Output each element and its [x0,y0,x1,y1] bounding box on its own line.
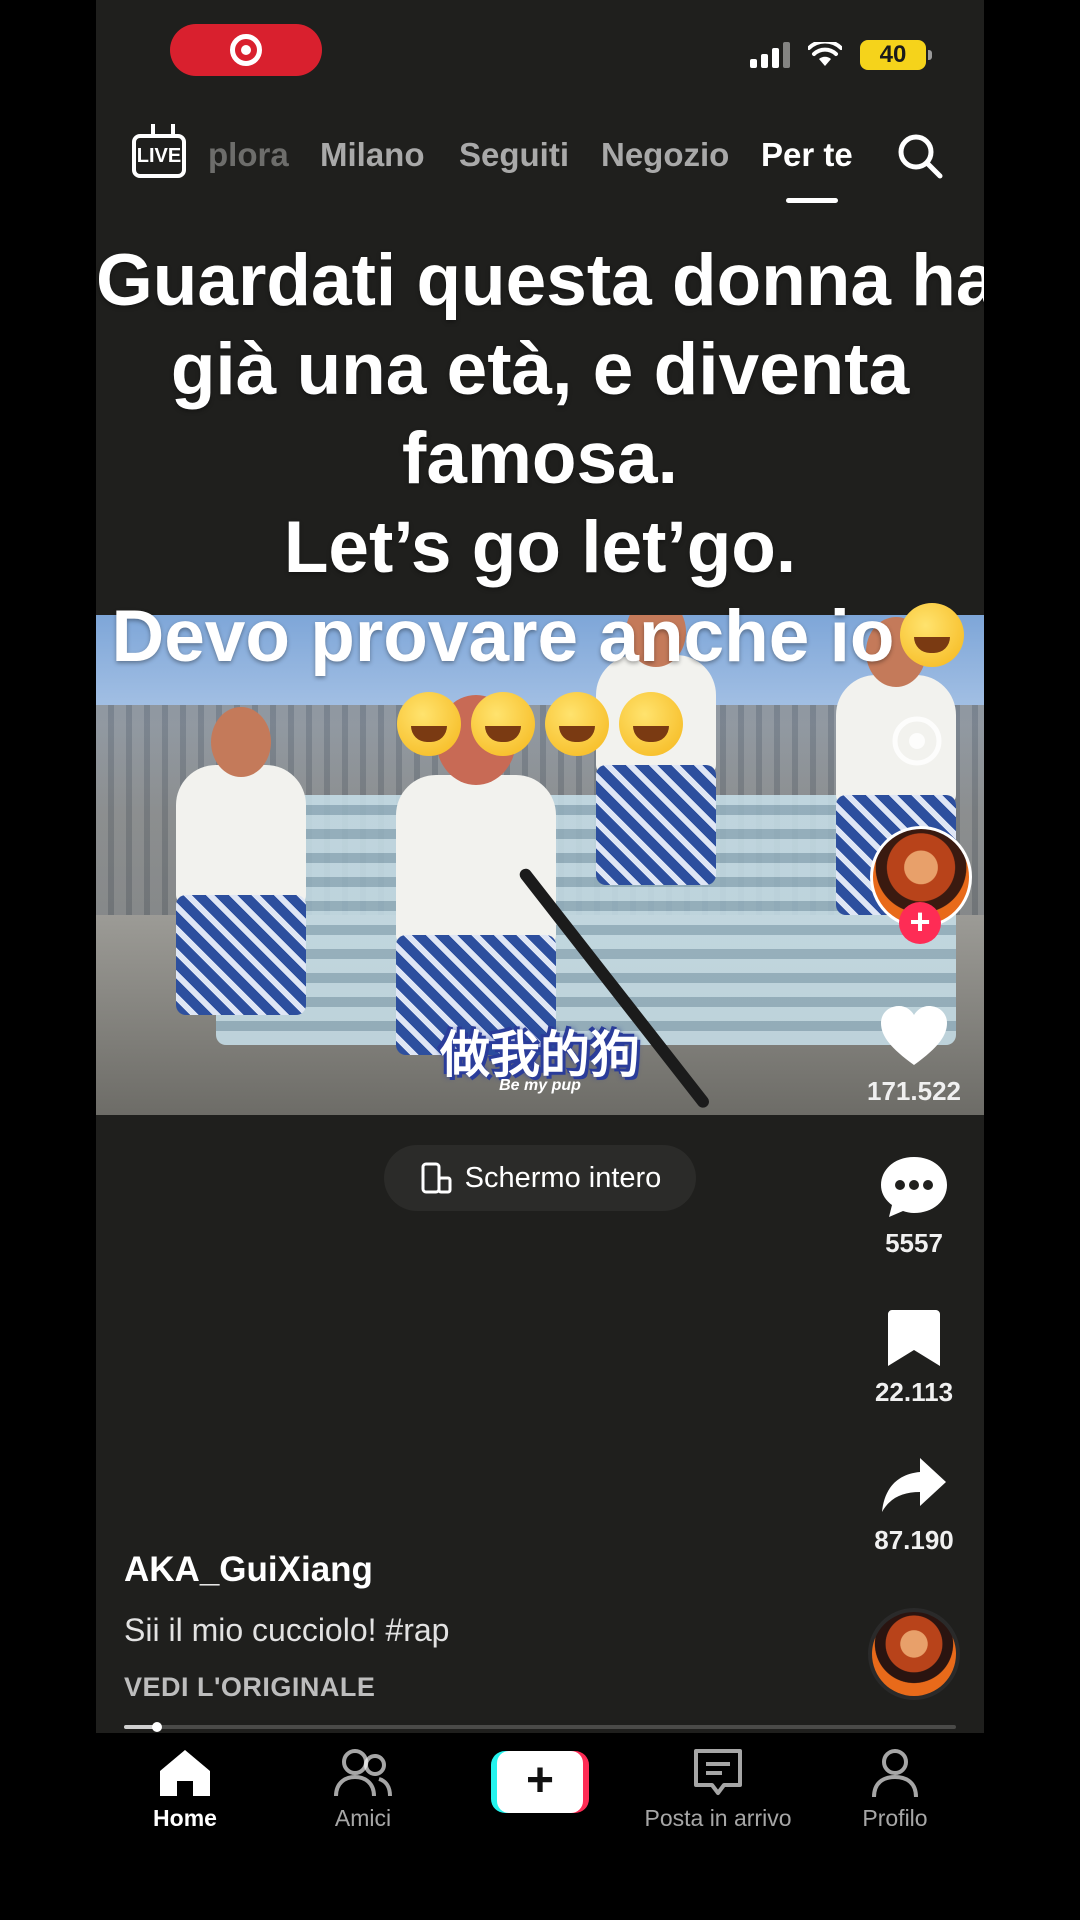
tab-milano[interactable]: Milano [320,136,425,174]
friends-icon [334,1749,392,1797]
laughing-emoji-icon [899,603,964,667]
nav-home[interactable]: Home [96,1747,274,1832]
video-caption: Guardati questa donna ha già una età, e … [96,236,984,770]
nav-profile[interactable]: Profilo [806,1747,984,1832]
home-icon [160,1750,210,1796]
author-username[interactable]: AKA_GuiXiang [124,1550,373,1590]
tab-explore[interactable]: plora [208,136,289,174]
video-progress-bar[interactable] [124,1722,956,1732]
bottom-navigation: Home Amici + Posta in arrivo Profilo [96,1733,984,1843]
like-button[interactable]: 171.522 [854,1005,974,1107]
video-figure [176,707,306,1015]
fullscreen-button[interactable]: Schermo intero [384,1145,696,1211]
nav-home-label: Home [153,1805,217,1831]
status-bar-right: 40 [750,40,932,70]
profile-icon [872,1749,918,1798]
caption-emoji-row [96,681,984,770]
nav-profile-label: Profilo [862,1805,928,1831]
caption-line: Guardati questa donna ha [96,240,984,321]
comment-button[interactable]: 5557 [854,1155,974,1259]
caption-line: già una età, e diventa [170,329,910,410]
effect-icon[interactable] [889,713,945,769]
see-original-link[interactable]: VEDI L'ORIGINALE [124,1672,375,1703]
post-description[interactable]: Sii il mio cucciolo! #rap [124,1612,449,1649]
video-subtitle-english: Be my pup [499,1077,581,1094]
active-tab-indicator [786,198,838,203]
nav-friends[interactable]: Amici [274,1747,452,1832]
create-button[interactable]: + [491,1751,589,1813]
battery-indicator: 40 [860,40,932,70]
tab-seguiti[interactable]: Seguiti [459,136,569,174]
bookmark-icon [888,1310,940,1366]
nav-inbox[interactable]: Posta in arrivo [629,1747,807,1832]
cellular-signal-icon [750,42,790,68]
video-figure [396,695,556,1055]
share-icon [882,1458,946,1512]
follow-button[interactable]: + [899,902,941,944]
live-icon[interactable]: LIVE [132,134,186,178]
top-navigation: LIVE plora Milano Seguiti Negozio Per te [96,128,984,208]
rotate-screen-icon [421,1162,452,1194]
laughing-emoji-icon [545,692,609,756]
caption-line-with-emoji: Devo provare anche io [96,592,984,681]
caption-line: famosa. [402,418,678,499]
tab-negozio[interactable]: Negozio [601,136,729,174]
comment-icon [881,1157,947,1217]
share-count: 87.190 [874,1525,954,1555]
wifi-icon [808,42,842,66]
caption-line: Let’s go let’go. [283,507,797,588]
music-disc[interactable] [868,1608,960,1700]
screen-record-indicator[interactable] [170,24,322,76]
laughing-emoji-icon [397,692,461,756]
battery-level: 40 [879,41,907,68]
fullscreen-label: Schermo intero [464,1161,662,1194]
inbox-icon [694,1749,742,1795]
sound-avatar [872,1612,956,1696]
like-count: 171.522 [867,1076,961,1106]
video-progress-knob[interactable] [152,1722,163,1732]
heart-icon [881,1006,947,1065]
screen: 40 LIVE plora Milano Seguiti Negozio Per… [96,0,984,1920]
laughing-emoji-icon [471,692,535,756]
save-count: 22.113 [874,1377,954,1407]
caption-line: Devo provare anche io [111,596,895,677]
tab-per-te[interactable]: Per te [761,136,853,174]
comment-count: 5557 [885,1228,943,1258]
save-button[interactable]: 22.113 [854,1308,974,1408]
laughing-emoji-icon [619,692,683,756]
live-label: LIVE [136,144,182,167]
nav-inbox-label: Posta in arrivo [644,1805,792,1831]
nav-friends-label: Amici [334,1805,392,1831]
share-button[interactable]: 87.190 [854,1456,974,1556]
record-icon [230,34,262,66]
plus-icon: + [497,1751,583,1813]
search-icon[interactable] [896,132,944,180]
